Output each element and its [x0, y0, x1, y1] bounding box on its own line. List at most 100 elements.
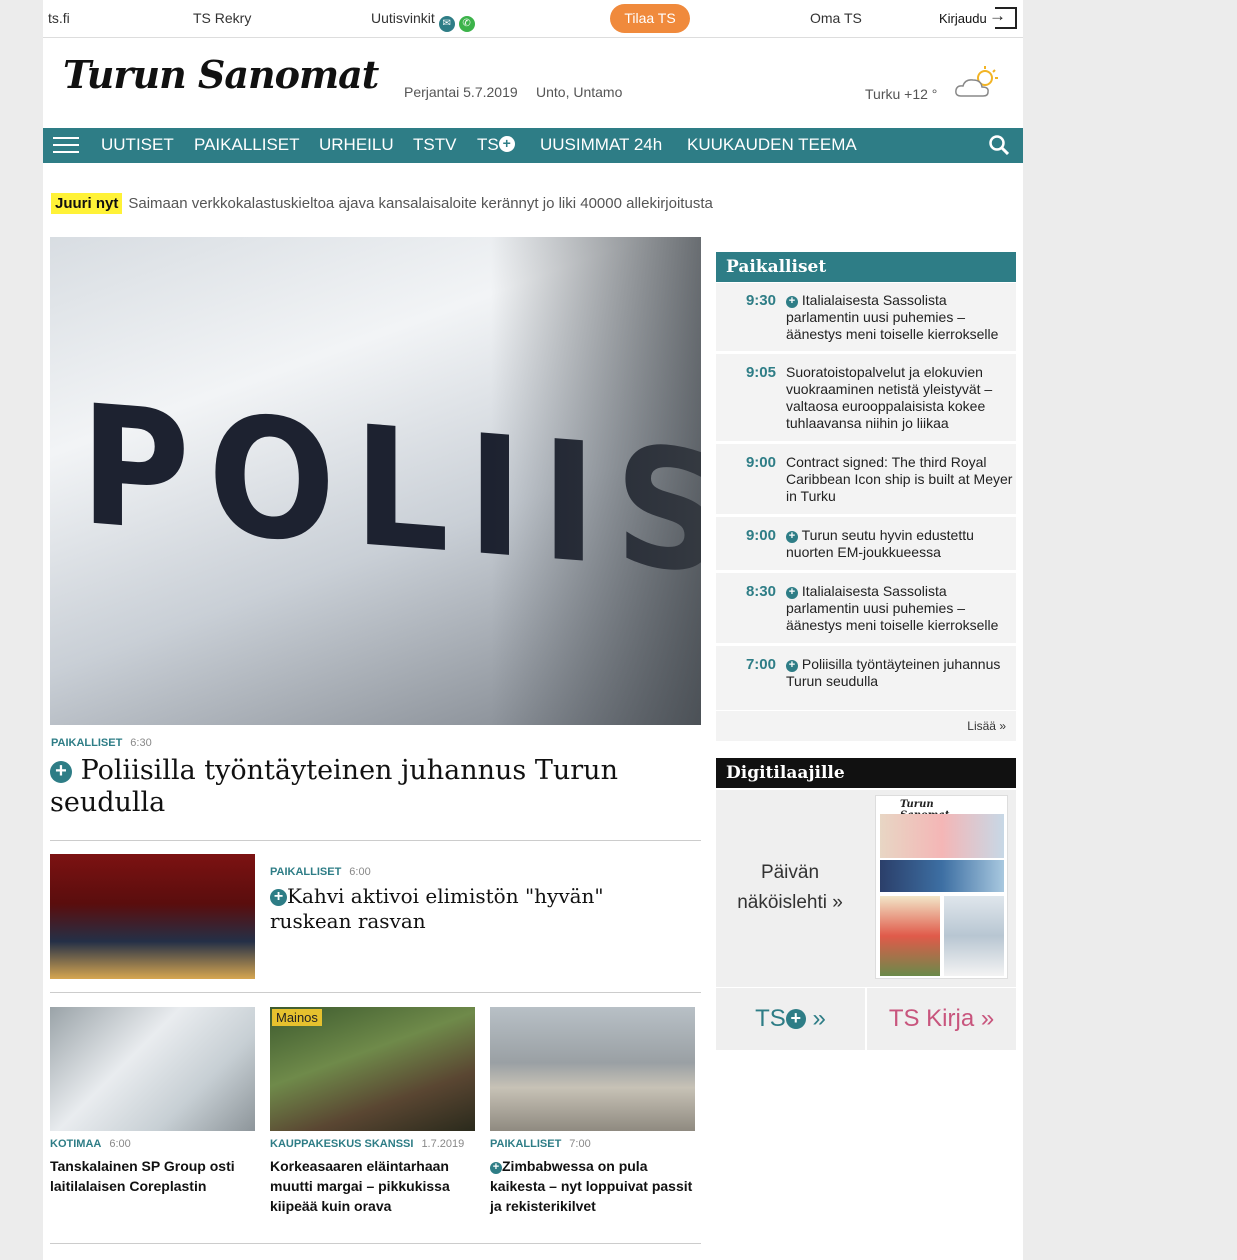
current-date: Perjantai 5.7.2019: [404, 84, 518, 100]
hero-image[interactable]: POLIISI: [50, 237, 701, 725]
card-zimbabwe[interactable]: PAIKALLISET 7:00 + Zimbabwessa on pula kai…: [490, 1007, 695, 1216]
sidebar-paikalliset: Paikalliset: [716, 252, 1016, 282]
main-navigation: UUTISET PAIKALLISET URHEILU TSTV TS + UUS…: [43, 128, 1023, 163]
top-bar: ts.fi TS Rekry Uutisvinkit ✉ ✆ Tilaa TS …: [43, 0, 1023, 38]
link-ts-rekry[interactable]: TS Rekry: [193, 10, 251, 26]
tsplus-link[interactable]: TS + »: [716, 988, 865, 1050]
hero-shadow: [491, 237, 701, 725]
epaper-block: [880, 896, 940, 976]
sidebar-item[interactable]: 7:00 + Poliisilla työntäyteinen juhannus…: [716, 646, 1016, 710]
breaking-news[interactable]: Juuri nyt Saimaan verkkokalastuskieltoa a…: [51, 193, 713, 214]
sidebar-item-time: 9:00: [745, 454, 776, 471]
card-sp-group[interactable]: KOTIMAA 6:00 Tanskalainen SP Group osti l…: [50, 1007, 255, 1196]
sidebar-item-text: Suoratoistopalvelut ja elokuvien vuokraa…: [786, 364, 993, 431]
breaking-text: Saimaan verkkokalastuskieltoa ajava kans…: [128, 195, 713, 212]
link-oma-ts[interactable]: Oma TS: [810, 10, 862, 26]
login-link[interactable]: Kirjaudu: [939, 11, 987, 26]
partly-cloudy-icon: [955, 66, 998, 97]
epaper-label-2: näköislehti »: [737, 892, 843, 913]
name-day: Unto, Untamo: [536, 84, 623, 100]
article2-category[interactable]: PAIKALLISET: [270, 866, 341, 878]
plus-icon: +: [270, 889, 287, 906]
digi-section: Digitilaajille: [716, 758, 1016, 788]
nav-uusimmat[interactable]: UUSIMMAT 24h: [540, 135, 662, 155]
card-meta: KAUPPAKESKUS SKANSSI 1.7.2019: [270, 1138, 475, 1150]
sidebar-item-time: 9:30: [745, 292, 776, 309]
card-time: 6:00: [109, 1138, 131, 1150]
nav-uutiset[interactable]: UUTISET: [101, 135, 174, 155]
sidebar-item-time: 9:05: [745, 364, 776, 381]
link-tsfi[interactable]: ts.fi: [48, 10, 70, 26]
menu-icon[interactable]: [53, 137, 79, 154]
card-image[interactable]: [50, 1007, 255, 1131]
divider: [50, 992, 701, 993]
digi-epaper[interactable]: Päivän näköislehti » Turun Sanomat: [716, 790, 1016, 987]
sidebar-item-time: 8:30: [745, 583, 776, 600]
sidebar-item[interactable]: 8:30 + Italialaisesta Sassolista parlame…: [716, 573, 1016, 643]
sidebar-item-text: + Italialaisesta Sassolista parlamentin …: [786, 292, 1018, 343]
uutisvinkit-label: Uutisvinkit: [371, 10, 435, 26]
plus-icon: +: [785, 1009, 806, 1029]
card-category[interactable]: KOTIMAA: [50, 1138, 101, 1150]
sidebar-item-label: Italialaisesta Sassolista parlamentin uu…: [786, 292, 999, 342]
hero-category[interactable]: PAIKALLISET: [51, 737, 122, 749]
article-image-coffee[interactable]: [50, 854, 255, 979]
epaper-link[interactable]: Päivän näköislehti »: [730, 858, 850, 918]
card-image[interactable]: Mainos: [270, 1007, 475, 1131]
breaking-tag: Juuri nyt: [51, 193, 123, 214]
sidebar-item-text: + Turun seutu hyvin edustettu nuorten EM…: [786, 527, 1018, 561]
sidebar-heading[interactable]: Paikalliset: [716, 252, 1016, 282]
weather-text: Turku +12 °: [865, 86, 938, 102]
card-title[interactable]: + Zimbabwessa on pula kaikesta – nyt lopp…: [490, 1156, 695, 1216]
epaper-block: [880, 814, 1004, 858]
nav-urheilu[interactable]: URHEILU: [319, 135, 394, 155]
nav-tsplus[interactable]: TS +: [477, 135, 515, 155]
sidebar-item-text: Contract signed: The third Royal Caribbe…: [786, 454, 1013, 504]
nav-tstv[interactable]: TSTV: [413, 135, 456, 155]
sidebar-more-link[interactable]: Lisää »: [967, 719, 1006, 733]
sidebar-item[interactable]: 9:00 Contract signed: The third Royal Ca…: [716, 444, 1016, 514]
card-category[interactable]: KAUPPAKESKUS SKANSSI: [270, 1138, 413, 1150]
plus-icon: +: [498, 136, 515, 152]
card-meta: KOTIMAA 6:00: [50, 1138, 255, 1150]
link-uutisvinkit[interactable]: Uutisvinkit ✉ ✆: [371, 10, 475, 32]
nav-kuukauden-teema[interactable]: KUUKAUDEN TEEMA: [687, 135, 857, 155]
card-image[interactable]: [490, 1007, 695, 1131]
article2-time: 6:00: [349, 866, 371, 878]
hero-time: 6:30: [130, 737, 152, 749]
card-margai[interactable]: Mainos KAUPPAKESKUS SKANSSI 1.7.2019 Kork…: [270, 1007, 475, 1216]
site-logo[interactable]: Turun Sanomat: [63, 52, 379, 97]
sidebar-item[interactable]: 9:05 Suoratoistopalvelut ja elokuvien vu…: [716, 354, 1016, 441]
subscribe-button[interactable]: Tilaa TS: [610, 4, 690, 33]
epaper-block: [944, 896, 1004, 976]
divider: [50, 840, 701, 841]
tskirja-link[interactable]: TS Kirja »: [867, 988, 1016, 1050]
whatsapp-icon: ✆: [458, 16, 475, 32]
card-title-text: Zimbabwessa on pula kaikesta – nyt loppu…: [490, 1158, 693, 1214]
hero-headline[interactable]: + Poliisilla työntäyteinen juhannus Turu…: [50, 755, 700, 819]
epaper-thumbnail[interactable]: Turun Sanomat: [875, 795, 1008, 979]
search-icon[interactable]: [989, 135, 1009, 155]
nav-paikalliset[interactable]: PAIKALLISET: [194, 135, 300, 155]
card-title[interactable]: Tanskalainen SP Group osti laitilalaisen…: [50, 1156, 255, 1196]
sidebar-item-text: + Italialaisesta Sassolista parlamentin …: [786, 583, 1018, 634]
card-meta: PAIKALLISET 7:00: [490, 1138, 695, 1150]
sidebar-item-text: + Poliisilla työntäyteinen juhannus Turu…: [786, 656, 1018, 690]
sidebar-list: 9:30 + Italialaisesta Sassolista parlame…: [716, 283, 1016, 741]
card-category[interactable]: PAIKALLISET: [490, 1138, 561, 1150]
card-time: 1.7.2019: [421, 1138, 465, 1150]
hero-title: Poliisilla työntäyteinen juhannus Turun …: [50, 755, 618, 818]
plus-icon: +: [786, 296, 798, 308]
sidebar-more-row: Lisää »: [716, 711, 1016, 741]
sidebar-item[interactable]: 9:00 + Turun seutu hyvin edustettu nuort…: [716, 517, 1016, 570]
plus-icon: +: [786, 531, 798, 543]
login-icon[interactable]: [989, 6, 1017, 29]
mail-icon: ✉: [438, 16, 455, 32]
card-title[interactable]: Korkeasaaren eläintarhaan muutti margai …: [270, 1156, 475, 1216]
sidebar-item[interactable]: 9:30 + Italialaisesta Sassolista parlame…: [716, 283, 1016, 351]
sidebar-item-label: Poliisilla työntäyteinen juhannus Turun …: [786, 656, 1001, 689]
article2-headline[interactable]: + Kahvi aktivoi elimistön "hyvän" ruskean…: [270, 884, 650, 934]
plus-icon: +: [50, 761, 72, 783]
article2-title: Kahvi aktivoi elimistön "hyvän" ruskean …: [270, 884, 604, 933]
card-time: 7:00: [569, 1138, 591, 1150]
